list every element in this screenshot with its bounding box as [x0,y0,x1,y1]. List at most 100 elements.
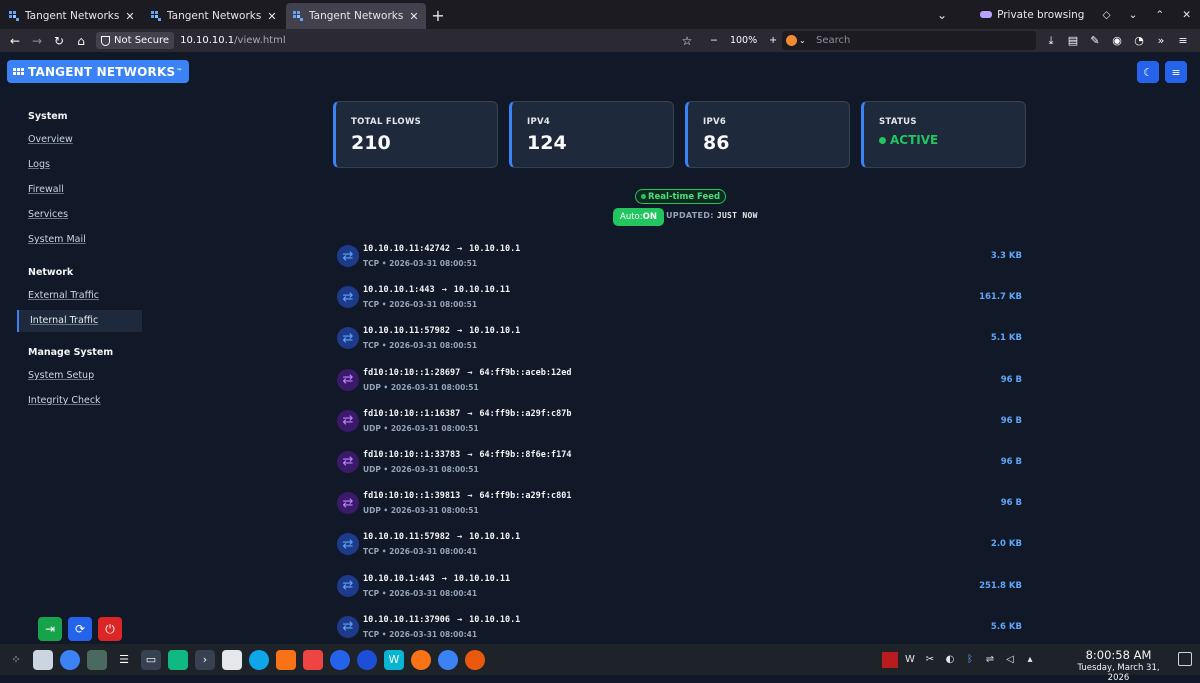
search-engine-selector[interactable]: ⌄ [786,33,808,48]
flow-row[interactable]: ⇄ 10.10.10.11:42742 → 10.10.10.1 TCP • 2026-… [333,237,1027,278]
downloads-icon[interactable]: ⤓ [1040,34,1062,48]
flow-protocol: UDP [363,423,381,433]
sidebar-item-logs[interactable]: Logs [0,152,160,177]
home-icon[interactable]: ⌂ [70,34,92,48]
flow-row[interactable]: ⇄ 10.10.10.11:37906 → 10.10.10.1 TCP • 2026-… [333,608,1027,649]
sidebar-item-internal-traffic[interactable]: Internal Traffic [17,310,142,332]
image-viewer-icon[interactable] [87,649,107,670]
new-tab-button[interactable]: + [426,3,450,29]
page-content: TANGENT NETWORKS ™ ☾ ≡ System Overview Logs… [0,52,1200,644]
zoom-out-button[interactable]: − [710,35,718,46]
back-icon[interactable]: ← [4,34,26,48]
flow-row[interactable]: ⇄ fd10:10:10::1:33783 → 64:ff9b::8f6e:f174 U… [333,443,1027,484]
theme-toggle-button[interactable]: ☾ [1137,61,1159,83]
zoom-in-button[interactable]: + [769,35,777,46]
transfer-arrows-icon: ⇄ [337,368,359,391]
task-manager-icon[interactable]: ☰ [114,650,134,670]
ipv6-value: 86 [703,132,730,154]
private-browsing-label: Private browsing [997,8,1085,21]
brand-logo[interactable]: TANGENT NETWORKS ™ [7,60,189,83]
usb-icon[interactable]: ⇌ [980,654,1000,665]
close-tab-icon[interactable]: ✕ [124,10,136,23]
flow-row[interactable]: ⇄ fd10:10:10::1:28697 → 64:ff9b::aceb:12ed U… [333,361,1027,402]
notes-tray-icon[interactable] [882,651,898,668]
updated-label: UPDATED: [666,211,714,220]
chromium-icon[interactable] [438,649,458,670]
extensions-icon[interactable]: ◔ [1128,34,1150,47]
firefox-icon[interactable] [411,649,431,670]
bookmark-star-icon[interactable]: ☆ [676,34,698,48]
flow-row[interactable]: ⇄ 10.10.10.1:443 → 10.10.10.11 TCP • 2026-03… [333,278,1027,319]
flow-endpoints: 10.10.10.11:42742 → 10.10.10.1 [363,244,520,254]
account-icon[interactable]: ◉ [1106,34,1128,47]
brave-icon[interactable] [276,649,296,670]
sidebar-item-system-mail[interactable]: System Mail [0,227,160,252]
not-secure-indicator[interactable]: Not Secure [96,32,175,49]
flow-row[interactable]: ⇄ fd10:10:10::1:16387 → 64:ff9b::a29f:c87b U… [333,402,1027,443]
tray-expand-icon[interactable]: ▴ [1020,654,1040,665]
waterfox-icon[interactable]: W [384,649,404,670]
firefox-nightly-icon[interactable] [357,649,377,670]
flow-protocol: UDP [363,506,381,516]
restart-button[interactable]: ⟳ [68,617,92,641]
sidebar-item-overview[interactable]: Overview [0,127,160,152]
url-bar[interactable]: Not Secure 10.10.10.1/view.html [96,30,696,51]
close-tab-icon[interactable]: ✕ [408,10,420,23]
librewolf-icon[interactable] [465,649,485,670]
power-button[interactable]: ⏻ [98,617,122,641]
close-window-button[interactable]: ✕ [1182,9,1191,21]
tab-title: Tangent Networks | Web i [309,10,405,22]
overflow-menu-icon[interactable]: » [1150,34,1172,47]
desktop-icon[interactable] [33,649,53,670]
flow-source: 10.10.10.11:57982 [363,532,450,543]
bluetooth-icon[interactable]: ᛒ [960,654,980,665]
sidebar-item-external-traffic[interactable]: External Traffic [0,283,160,308]
vm-tray-icon[interactable]: W [900,654,920,665]
flow-row[interactable]: ⇄ 10.10.10.11:57982 → 10.10.10.1 TCP • 2026-… [333,319,1027,360]
volume-icon[interactable]: ◁ [1000,654,1020,665]
maximize-window-button[interactable]: ⌃ [1155,9,1164,21]
zoom-level[interactable]: 100% [730,35,757,46]
menu-button[interactable]: ≡ [1165,61,1187,83]
browser-tab[interactable]: Tangent Networks UTM —✕ [2,3,142,29]
list-all-tabs-button[interactable]: ⌄ [937,8,947,22]
auto-refresh-toggle[interactable]: Auto: ON [613,208,664,226]
file-manager-icon[interactable] [168,649,188,670]
terminal-icon[interactable]: › [195,649,215,670]
text-editor-icon[interactable] [222,649,242,670]
search-input[interactable]: ⌄ Search [782,31,1036,50]
sidebar-item-services[interactable]: Services [0,202,160,227]
scissors-icon[interactable]: ✂ [920,654,940,665]
system-monitor-icon[interactable]: ▭ [141,649,161,670]
system-action-buttons: ⇥ ⟳ ⏻ [38,617,128,641]
flow-size: 5.1 KB [990,333,1022,344]
show-desktop-button[interactable] [1178,652,1192,666]
minimize-window-button[interactable]: ⌄ [1129,9,1138,21]
close-tab-icon[interactable]: ✕ [266,10,278,23]
app-menu-icon[interactable]: ≡ [1172,34,1194,47]
sidebar-item-system-setup[interactable]: System Setup [0,363,160,388]
brave-beta-icon[interactable] [303,649,323,670]
media-tray-icon[interactable]: ◐ [940,654,960,665]
print-icon[interactable]: ▤ [1062,34,1084,47]
logout-button[interactable]: ⇥ [38,617,62,641]
browser-tab[interactable]: Tangent Networks | Web i✕ [286,3,426,29]
forward-icon[interactable]: → [26,34,48,48]
tools-icon[interactable]: ✎ [1084,34,1106,47]
flow-row[interactable]: ⇄ 10.10.10.1:443 → 10.10.10.11 TCP • 2026-03… [333,567,1027,608]
app-launcher-icon[interactable]: ⁘ [6,650,26,670]
reload-icon[interactable]: ↻ [48,34,70,48]
browser-toolbar-icons: ⤓ ▤ ✎ ◉ ◔ » ≡ [1040,29,1194,52]
total-flows-card: TOTAL FLOWS 210 [333,101,498,168]
flow-source: fd10:10:10::1:16387 [363,408,461,419]
sidebar-item-firewall[interactable]: Firewall [0,177,160,202]
flow-row[interactable]: ⇄ fd10:10:10::1:39813 → 64:ff9b::a29f:c801 U… [333,484,1027,525]
flow-row[interactable]: ⇄ 10.10.10.11:57982 → 10.10.10.1 TCP • 2026-… [333,525,1027,566]
sidebar-item-integrity-check[interactable]: Integrity Check [0,388,160,413]
taskbar-clock[interactable]: 8:00:58 AM Tuesday, March 31, 2026 [1066,648,1171,683]
browser-tab[interactable]: Tangent Networks - Home✕ [144,3,284,29]
browser-1-icon[interactable] [249,649,269,670]
firefox-dev-icon[interactable] [330,649,350,670]
window-menu-icon[interactable]: ◇ [1102,9,1110,21]
fish-app-icon[interactable] [60,649,80,670]
